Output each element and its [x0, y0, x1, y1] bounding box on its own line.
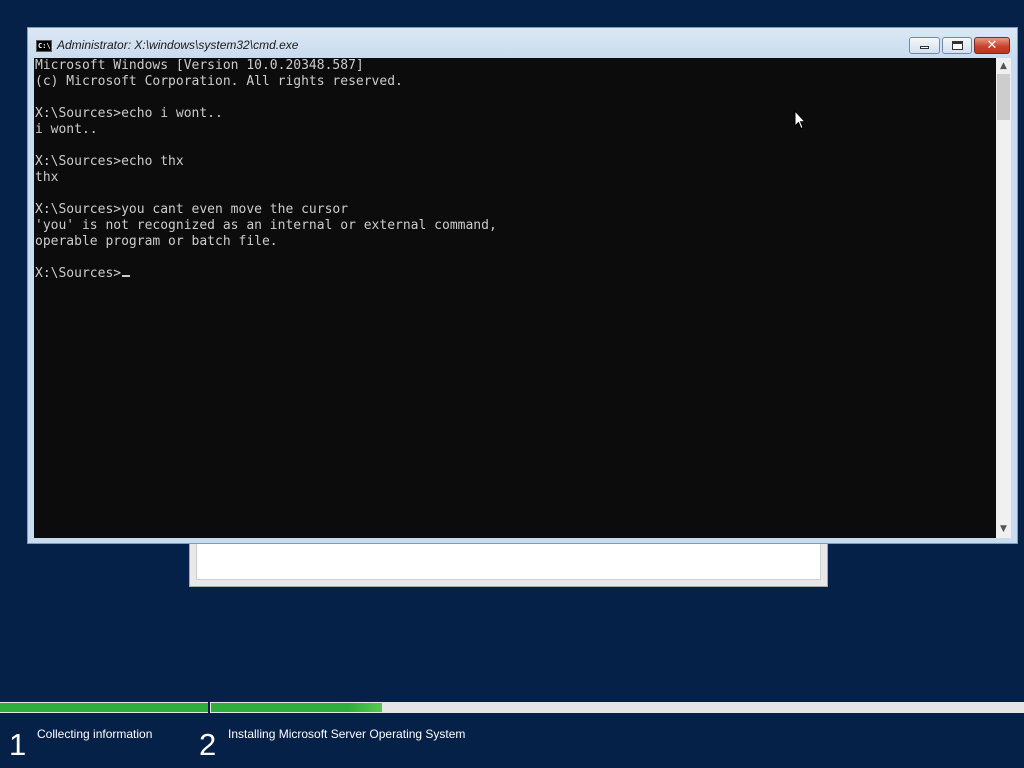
- console-line: X:\Sources>you cant even move the cursor: [35, 202, 349, 217]
- console-line: thx: [35, 170, 59, 185]
- console-line: X:\Sources>echo thx: [35, 154, 184, 169]
- console-line: (c) Microsoft Corporation. All rights re…: [35, 74, 403, 89]
- mouse-pointer-icon: [794, 110, 806, 130]
- setup-dialog-panel: [196, 539, 821, 580]
- progress-step-2-fill: [211, 703, 382, 712]
- cmd-icon-label: C:\.: [38, 42, 55, 50]
- step-label: Collecting information: [37, 727, 153, 741]
- window-title: Administrator: X:\windows\system32\cmd.e…: [57, 38, 299, 52]
- text-cursor: [122, 275, 131, 277]
- setup-progress-bar: [0, 702, 1024, 713]
- cmd-window[interactable]: C:\. Administrator: X:\windows\system32\…: [27, 27, 1018, 544]
- vertical-scrollbar[interactable]: ▲ ▼: [996, 58, 1011, 538]
- cmd-icon[interactable]: C:\.: [36, 40, 55, 52]
- console-line: 'you' is not recognized as an internal o…: [35, 218, 497, 233]
- step-label: Installing Microsoft Server Operating Sy…: [228, 727, 466, 741]
- close-icon: ✕: [986, 38, 998, 53]
- minimize-button[interactable]: [909, 37, 940, 54]
- progress-step-1-fill: [0, 703, 208, 712]
- progress-divider: [208, 702, 210, 713]
- setup-dialog-background: [189, 538, 828, 587]
- maximize-icon: [952, 41, 963, 50]
- scroll-thumb[interactable]: [997, 74, 1010, 120]
- console-line: operable program or batch file.: [35, 234, 278, 249]
- title-bar[interactable]: C:\. Administrator: X:\windows\system32\…: [28, 28, 1017, 59]
- console-line: i wont..: [35, 122, 98, 137]
- console-prompt: X:\Sources>: [35, 266, 122, 281]
- console-line: X:\Sources>echo i wont..: [35, 106, 223, 121]
- close-button[interactable]: ✕: [974, 37, 1010, 54]
- scroll-up-icon[interactable]: ▲: [996, 59, 1011, 74]
- console-output[interactable]: Microsoft Windows [Version 10.0.20348.58…: [34, 58, 996, 538]
- console-line: Microsoft Windows [Version 10.0.20348.58…: [35, 58, 364, 73]
- step-number: 1: [9, 727, 27, 762]
- step-number: 2: [199, 727, 217, 762]
- maximize-button[interactable]: [942, 37, 972, 54]
- minimize-icon: [920, 46, 929, 49]
- console-prompt-line[interactable]: X:\Sources>: [35, 266, 996, 282]
- scroll-down-icon[interactable]: ▼: [996, 522, 1011, 537]
